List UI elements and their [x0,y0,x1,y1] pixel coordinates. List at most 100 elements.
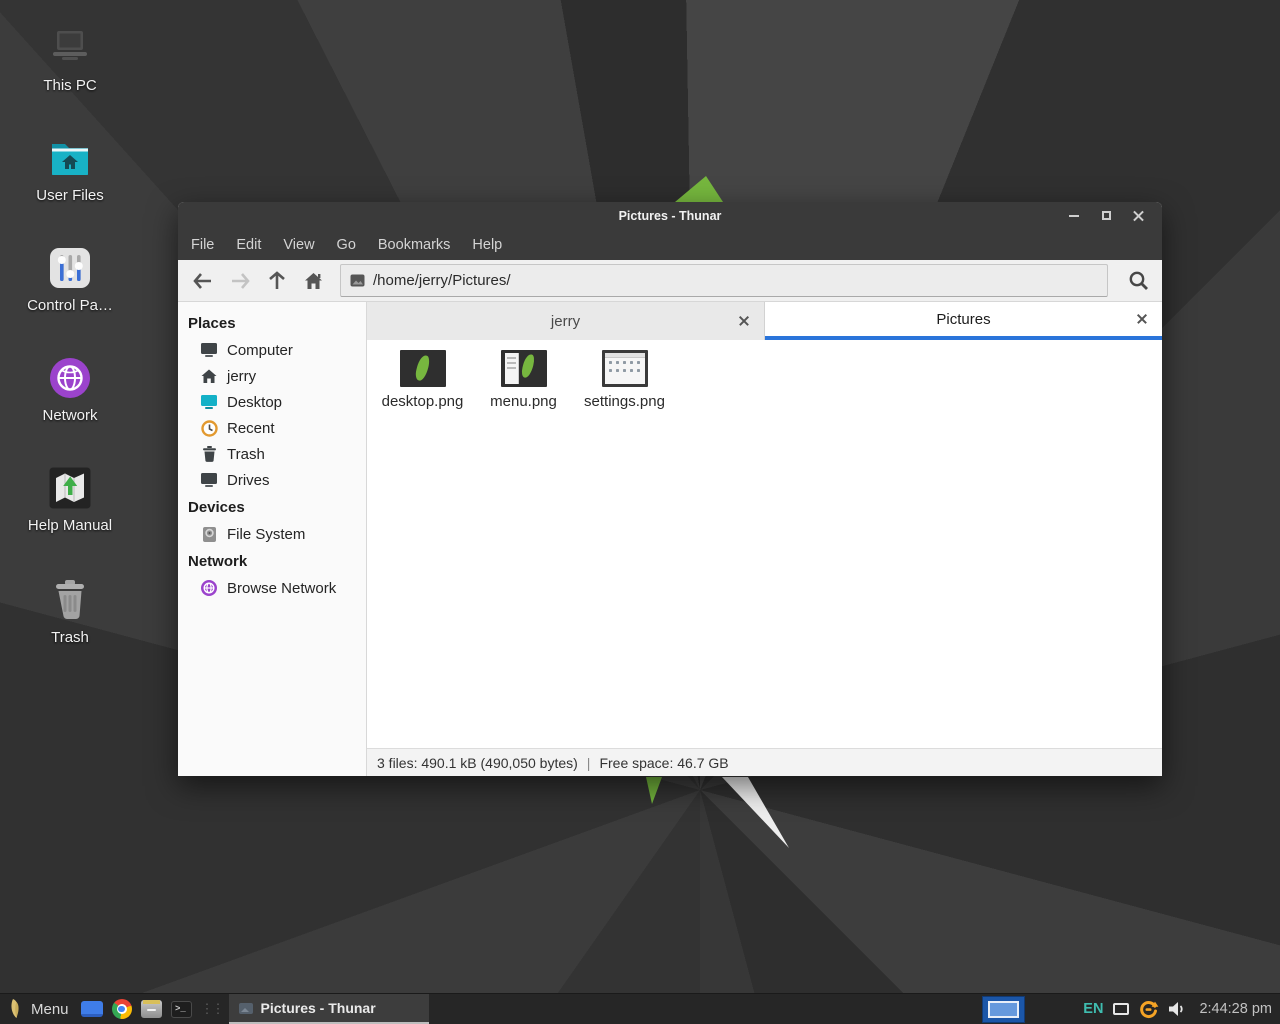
desktop-icon-label: Network [20,407,120,424]
clock[interactable]: 2:44:28 pm [1199,1001,1272,1017]
menu-file[interactable]: File [180,232,225,258]
desktop-icon-help-manual[interactable]: Help Manual [20,464,120,534]
back-button[interactable] [184,264,221,298]
control-panel-icon [20,244,120,292]
back-arrow-icon [193,273,213,289]
keyboard-layout-indicator[interactable]: EN [1083,1001,1103,1017]
image-file-icon [350,274,365,287]
home-folder-icon [20,134,120,182]
file-desktop-png[interactable]: desktop.png [373,350,472,410]
home-icon [304,272,323,290]
titlebar[interactable]: Pictures - Thunar [178,202,1162,229]
sidebar-item-drives[interactable]: Drives [178,467,366,493]
sidebar-header-devices: Devices [178,493,366,521]
sidebar-item-desktop[interactable]: Desktop [178,389,366,415]
file-name: menu.png [490,393,557,410]
menu-bookmarks[interactable]: Bookmarks [367,232,462,258]
minimize-button[interactable] [1058,202,1090,229]
desktop-icon-trash[interactable]: Trash [20,576,120,646]
launcher-file-manager[interactable] [137,994,167,1024]
file-grid[interactable]: desktop.png menu.png [367,340,1162,748]
desktop-icon-control-panel[interactable]: Control Pa… [20,244,120,314]
sidebar-header-places: Places [178,309,366,337]
tab-jerry[interactable]: jerry [367,302,765,340]
browse-network-globe-icon [200,579,218,597]
computer-icon [200,341,218,359]
tab-close-icon[interactable] [1137,314,1147,324]
sidebar-item-label: Browse Network [227,580,336,597]
terminal-icon: >_ [171,1001,192,1018]
status-bar: 3 files: 490.1 kB (490,050 bytes) | Free… [367,748,1162,776]
forward-button[interactable] [221,264,258,298]
path-bar[interactable]: /home/jerry/Pictures/ [340,264,1108,297]
desktop-icon-label: This PC [20,77,120,94]
update-manager-icon[interactable] [1138,999,1159,1020]
menu-view[interactable]: View [272,232,325,258]
path-text: /home/jerry/Pictures/ [373,272,511,289]
desktop-icon-label: Trash [20,629,120,646]
menubar: File Edit View Go Bookmarks Help [178,229,1162,260]
launcher-terminal[interactable]: >_ [167,994,197,1024]
sidebar-item-trash[interactable]: Trash [178,441,366,467]
close-button[interactable] [1122,202,1154,229]
desktop-icon-user-files[interactable]: User Files [20,134,120,204]
menu-edit[interactable]: Edit [225,232,272,258]
status-free-space: Free space: 46.7 GB [599,755,728,771]
file-menu-png[interactable]: menu.png [474,350,573,410]
taskbar-window-label: Pictures - Thunar [261,1000,376,1016]
up-button[interactable] [258,264,295,298]
tab-close-icon[interactable] [739,316,749,326]
maximize-button[interactable] [1090,202,1122,229]
file-settings-png[interactable]: settings.png [575,350,674,410]
desktop-icon-label: Control Pa… [20,297,120,314]
sidebar-item-recent[interactable]: Recent [178,415,366,441]
desktop-screen: This PC User Files [0,0,1280,1024]
menu-help[interactable]: Help [461,232,513,258]
forward-arrow-icon [230,273,250,289]
tab-label: Pictures [936,311,990,328]
volume-icon[interactable] [1168,1001,1186,1017]
taskbar-window-button[interactable]: Pictures - Thunar [229,994,429,1024]
up-arrow-icon [269,271,285,291]
menu-go[interactable]: Go [326,232,367,258]
network-globe-icon [20,354,120,402]
sidebar-item-label: Desktop [227,394,282,411]
sidebar-item-browse-network[interactable]: Browse Network [178,575,366,601]
status-files-summary: 3 files: 490.1 kB (490,050 bytes) [377,755,578,771]
display-tray-icon[interactable] [1113,1003,1129,1015]
home-icon [200,367,218,385]
sidebar-item-label: Recent [227,420,275,437]
trash-icon [200,445,218,463]
sidebar-item-computer[interactable]: Computer [178,337,366,363]
desktop-icon-this-pc[interactable]: This PC [20,24,120,94]
desktop-icon-label: Help Manual [20,517,120,534]
sidebar-item-file-system[interactable]: File System [178,521,366,547]
sidebar-item-label: Drives [227,472,270,489]
desktop-icon-network[interactable]: Network [20,354,120,424]
sidebar-item-label: Computer [227,342,293,359]
search-button[interactable] [1120,264,1156,298]
recent-clock-icon [200,419,218,437]
tab-pictures[interactable]: Pictures [765,302,1162,340]
maximize-icon [1102,211,1111,220]
chrome-icon [112,999,132,1019]
minimize-icon [1069,215,1079,217]
file-name: desktop.png [382,393,464,410]
home-button[interactable] [295,264,332,298]
menu-button[interactable]: Menu [0,994,77,1024]
close-icon [1133,210,1144,221]
tab-label: jerry [551,313,580,330]
trash-icon [20,576,120,624]
image-thumbnail [400,350,446,387]
mint-logo-icon [6,998,23,1020]
launcher-show-desktop[interactable] [77,994,107,1024]
workspace-current [988,1001,1019,1018]
image-thumbnail [602,350,648,387]
workspace-switcher[interactable] [982,996,1025,1023]
launcher-chrome[interactable] [107,994,137,1024]
taskbar: Menu >_ ⋮⋮ Pictures - Thunar EN [0,993,1280,1024]
image-thumbnail [501,350,547,387]
status-divider: | [587,755,591,771]
sidebar-item-jerry[interactable]: jerry [178,363,366,389]
file-cabinet-icon [141,1000,162,1018]
